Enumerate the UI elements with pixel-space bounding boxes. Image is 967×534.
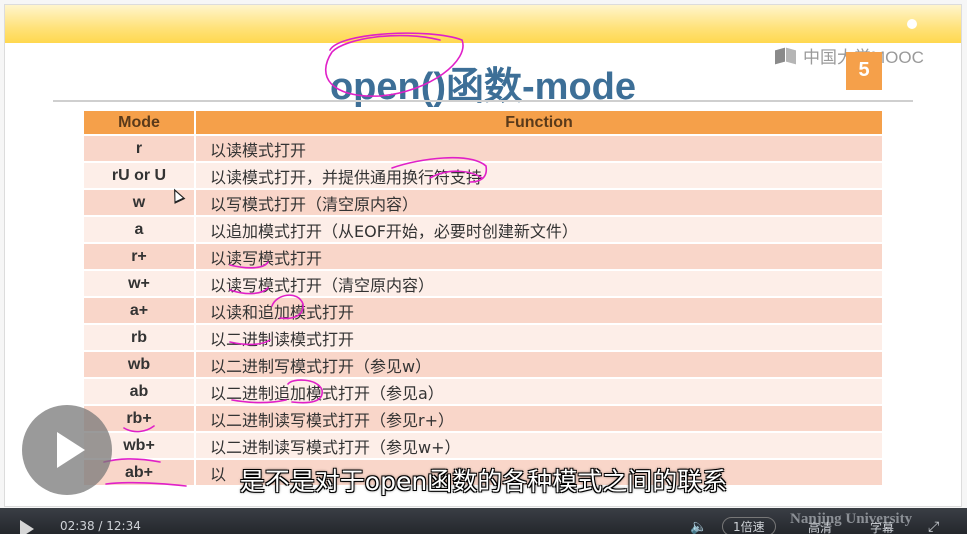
column-header-function: Function xyxy=(196,111,882,134)
function-cell: 以二进制追加模式打开（参见a） xyxy=(196,379,882,404)
table-row: wb 以二进制写模式打开（参见w） xyxy=(84,352,882,377)
time-display: 02:38 / 12:34 xyxy=(60,519,141,533)
table-row: w 以写模式打开（清空原内容） xyxy=(84,190,882,215)
function-cell: 以二进制写模式打开（参见w） xyxy=(196,352,882,377)
table-row: rb 以二进制读模式打开 xyxy=(84,325,882,350)
speed-button[interactable]: 1倍速 xyxy=(722,517,776,534)
mode-cell: rb xyxy=(84,325,196,350)
title-divider xyxy=(53,100,913,102)
mode-cell: a xyxy=(84,217,196,242)
table-header-row: Mode Function xyxy=(84,111,882,134)
table-row: a 以追加模式打开（从EOF开始，必要时创建新文件） xyxy=(84,217,882,242)
table-row: ab 以二进制追加模式打开（参见a） xyxy=(84,379,882,404)
slide-top-bar xyxy=(5,5,961,43)
table-row: a+ 以读和追加模式打开 xyxy=(84,298,882,323)
function-cell: 以读模式打开 xyxy=(196,136,882,161)
subtitle-button[interactable]: 字幕 xyxy=(870,519,894,534)
play-icon[interactable] xyxy=(20,520,34,534)
function-cell: 以读模式打开，并提供通用换行符支持 xyxy=(196,163,882,188)
function-cell: 以二进制读模式打开 xyxy=(196,325,882,350)
table-row: w+ 以读写模式打开（清空原内容） xyxy=(84,271,882,296)
video-frame: 中国大学MOOC 5 open()函数-mode Mode Function r… xyxy=(0,0,967,534)
volume-icon[interactable]: 🔈 xyxy=(690,519,707,534)
function-cell: 以二进制读写模式打开（参见r+） xyxy=(196,406,882,431)
table-row: r+ 以读写模式打开 xyxy=(84,244,882,269)
player-controls: 02:38 / 12:34 Nanjing University 🔈 1倍速 高… xyxy=(0,508,967,534)
video-subtitle: 是不是对于open函数的各种模式之间的联系 xyxy=(239,467,728,496)
table-row: wb+ 以二进制读写模式打开（参见w+） xyxy=(84,433,882,458)
mode-cell: a+ xyxy=(84,298,196,323)
function-cell: 以二进制读写模式打开（参见w+） xyxy=(196,433,882,458)
quality-button[interactable]: 高清 xyxy=(808,519,832,534)
slide: 中国大学MOOC 5 open()函数-mode Mode Function r… xyxy=(4,4,962,507)
column-header-mode: Mode xyxy=(84,111,196,134)
function-cell: 以读写模式打开（清空原内容） xyxy=(196,271,882,296)
function-cell: 以写模式打开（清空原内容） xyxy=(196,190,882,215)
function-cell: 以追加模式打开（从EOF开始，必要时创建新文件） xyxy=(196,217,882,242)
mode-cell: r+ xyxy=(84,244,196,269)
table-row: rb+ 以二进制读写模式打开（参见r+） xyxy=(84,406,882,431)
mode-cell: rU or U xyxy=(84,163,196,188)
decorative-dot xyxy=(907,19,917,29)
function-cell: 以读写模式打开 xyxy=(196,244,882,269)
mode-table: Mode Function r 以读模式打开 rU or U 以读模式打开，并提供通用… xyxy=(84,109,882,487)
fullscreen-icon[interactable]: ⤢ xyxy=(928,519,939,534)
mode-cell: wb xyxy=(84,352,196,377)
mode-cell: ab xyxy=(84,379,196,404)
table-row: r 以读模式打开 xyxy=(84,136,882,161)
function-cell: 以读和追加模式打开 xyxy=(196,298,882,323)
mode-cell: r xyxy=(84,136,196,161)
table-row: rU or U 以读模式打开，并提供通用换行符支持 xyxy=(84,163,882,188)
mode-cell: w+ xyxy=(84,271,196,296)
